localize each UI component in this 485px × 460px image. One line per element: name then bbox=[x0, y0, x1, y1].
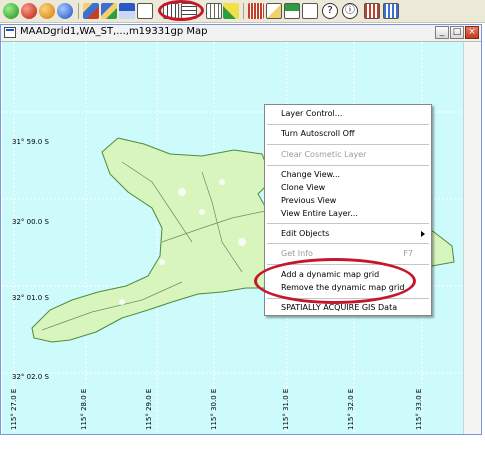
red-globe-icon[interactable] bbox=[21, 3, 37, 19]
vertical-scrollbar[interactable] bbox=[463, 42, 481, 434]
green-globe-icon[interactable] bbox=[3, 3, 19, 19]
minimize-button[interactable]: _ bbox=[435, 26, 449, 39]
lat-label: 32° 01.0 S bbox=[12, 294, 49, 302]
blue-globe-icon[interactable] bbox=[57, 3, 73, 19]
maximize-button[interactable]: □ bbox=[450, 26, 464, 39]
map-window-icon bbox=[4, 27, 16, 38]
lon-label: 115° 31.0 E bbox=[282, 388, 290, 430]
layer-edit-icon[interactable] bbox=[101, 3, 117, 19]
ruler-icon[interactable] bbox=[223, 3, 239, 19]
lon-label: 115° 27.0 E bbox=[10, 388, 18, 430]
about-icon[interactable]: ⓘ bbox=[342, 3, 358, 19]
help-icon[interactable]: ? bbox=[322, 3, 338, 19]
link-icon[interactable] bbox=[302, 3, 318, 19]
edit-layer-icon[interactable] bbox=[266, 3, 282, 19]
menu-item-previous-view[interactable]: Previous View bbox=[265, 195, 431, 207]
menu-item-clone-view[interactable]: Clone View bbox=[265, 182, 431, 194]
menu-item-view-entire-layer[interactable]: View Entire Layer... bbox=[265, 208, 431, 220]
lat-label: 32° 02.0 S bbox=[12, 373, 49, 381]
submenu-arrow-icon bbox=[421, 231, 425, 237]
grid-color-icon[interactable] bbox=[364, 3, 380, 19]
main-toolbar: ? ⓘ bbox=[0, 0, 485, 23]
lon-label: 115° 29.0 E bbox=[145, 388, 153, 430]
menu-item-spatially-acquire[interactable]: SPATIALLY ACQUIRE GIS Data bbox=[265, 302, 431, 314]
lon-label: 115° 32.0 E bbox=[347, 388, 355, 430]
map-window-titlebar[interactable]: MAADgrid1,WA_ST,...,m19331gp Map _ □ × bbox=[1, 25, 481, 42]
layer-stack-icon[interactable] bbox=[83, 3, 99, 19]
menu-highlight-ellipse bbox=[254, 258, 416, 304]
menu-item-edit-objects-label: Edit Objects bbox=[281, 229, 330, 238]
grid-options-icon[interactable] bbox=[383, 3, 399, 19]
orange-globe-icon[interactable] bbox=[39, 3, 55, 19]
menu-item-get-info-shortcut: F7 bbox=[403, 249, 413, 258]
menu-item-edit-objects[interactable]: Edit Objects bbox=[265, 228, 431, 240]
select-arrow-icon[interactable] bbox=[137, 3, 153, 19]
menu-item-layer-control[interactable]: Layer Control... bbox=[265, 108, 431, 120]
menu-item-get-info-label: Get Info bbox=[281, 249, 313, 258]
map-window-title: MAADgrid1,WA_ST,...,m19331gp Map bbox=[20, 26, 208, 37]
lon-label: 115° 33.0 E bbox=[415, 388, 423, 430]
lon-label: 115° 28.0 E bbox=[80, 388, 88, 430]
grid-settings-icon[interactable] bbox=[206, 3, 222, 19]
close-button[interactable]: × bbox=[465, 26, 479, 39]
toolbar-highlight-ellipse bbox=[158, 0, 204, 21]
lat-label: 32° 00.0 S bbox=[12, 218, 49, 226]
menu-item-change-view[interactable]: Change View... bbox=[265, 169, 431, 181]
lon-label: 115° 30.0 E bbox=[210, 388, 218, 430]
bar-chart-icon[interactable] bbox=[248, 3, 264, 19]
lat-label: 31° 59.0 S bbox=[12, 138, 49, 146]
menu-item-autoscroll[interactable]: Turn Autoscroll Off bbox=[265, 128, 431, 140]
save-layer-icon[interactable] bbox=[284, 3, 300, 19]
menu-item-clear-cosmetic[interactable]: Clear Cosmetic Layer bbox=[265, 149, 431, 161]
layer-grid-icon[interactable] bbox=[119, 3, 135, 19]
